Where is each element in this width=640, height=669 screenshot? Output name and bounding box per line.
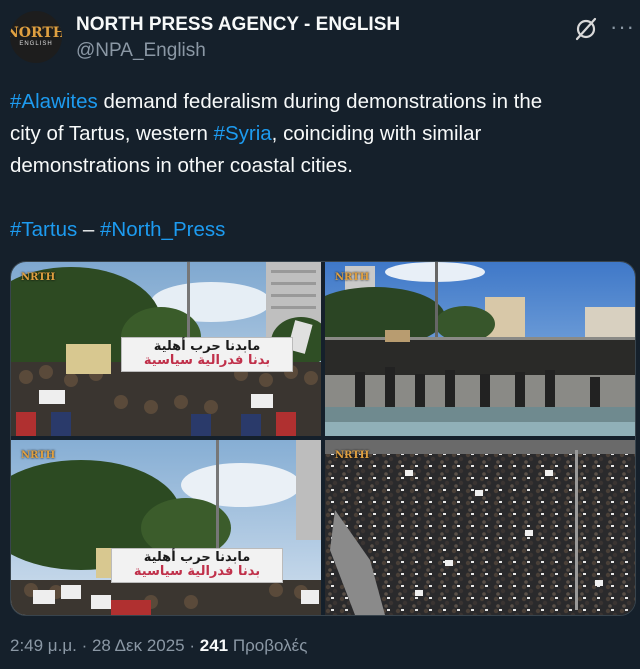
avatar-logo-subtext: ENGLISH	[19, 41, 53, 47]
photo-4-image	[325, 440, 635, 615]
tweet-line-1: #Alawites demand federalism during demon…	[10, 86, 626, 118]
tweet-header: NORTH ENGLISH NORTH PRESS AGENCY - ENGLI…	[10, 10, 634, 66]
photo-4[interactable]: NRTH	[325, 440, 635, 615]
hashtag-separator: –	[77, 218, 101, 241]
hashtag-syria[interactable]: #Syria	[214, 122, 272, 145]
account-handle[interactable]: @NPA_English	[76, 40, 206, 62]
tweet-text-2a: city of Tartus, western	[10, 122, 214, 145]
account-name[interactable]: NORTH PRESS AGENCY - ENGLISH	[76, 14, 400, 36]
views-count: 241	[199, 636, 229, 655]
protest-banner: مابدنا حرب أهلية بدنا فدرالية سياسية	[111, 548, 283, 583]
tweet-line-3: demonstrations in other coastal cities.	[10, 154, 353, 177]
hashtag-north-press[interactable]: #North_Press	[100, 218, 225, 241]
views-label: Προβολές	[228, 636, 308, 655]
tweet-text: #Alawites demand federalism during demon…	[10, 86, 626, 246]
tweet-text-2b: , coinciding with similar	[271, 122, 482, 145]
hashtag-alawites[interactable]: #Alawites	[10, 90, 98, 113]
photo-2[interactable]: NRTH	[325, 262, 635, 436]
banner-line-1: مابدنا حرب أهلية	[143, 550, 251, 565]
banner-line-1: مابدنا حرب أهلية	[153, 339, 261, 354]
post-time[interactable]: 2:49 μ.μ.	[10, 636, 77, 655]
watermark: NRTH	[21, 450, 56, 461]
tweet-footer: 2:49 μ.μ. · 28 Δεκ 2025 · 241 Προβολές	[10, 636, 307, 656]
avatar[interactable]: NORTH ENGLISH	[10, 11, 62, 63]
media-grid: مابدنا حرب أهلية بدنا فدرالية سياسية NRT…	[10, 261, 636, 616]
post-date[interactable]: 28 Δεκ 2025	[92, 636, 185, 655]
banner-line-2: بدنا فدرالية سياسية	[133, 564, 261, 580]
footer-separator: ·	[184, 636, 200, 655]
photo-2-image	[325, 262, 635, 436]
avatar-logo-text: NORTH	[10, 25, 62, 41]
grok-icon[interactable]	[573, 16, 599, 42]
photo-3[interactable]: مابدنا حرب أهلية بدنا فدرالية سياسية NRT…	[11, 440, 321, 615]
photo-3-image	[11, 440, 321, 615]
tweet-line-2: city of Tartus, western #Syria, coincidi…	[10, 118, 626, 150]
tweet-text-1: demand federalism during demonstrations …	[97, 90, 543, 113]
watermark: NRTH	[21, 272, 56, 283]
protest-banner: مابدنا حرب أهلية بدنا فدرالية سياسية	[121, 337, 293, 372]
more-options-icon[interactable]: ···	[610, 16, 635, 38]
watermark: NRTH	[335, 450, 370, 461]
footer-separator: ·	[76, 636, 92, 655]
watermark: NRTH	[335, 272, 370, 283]
tweet-hashtags-line: #Tartus – #North_Press	[10, 214, 626, 246]
banner-line-2: بدنا فدرالية سياسية	[143, 353, 271, 369]
hashtag-tartus[interactable]: #Tartus	[10, 218, 77, 241]
photo-1[interactable]: مابدنا حرب أهلية بدنا فدرالية سياسية NRT…	[11, 262, 321, 436]
